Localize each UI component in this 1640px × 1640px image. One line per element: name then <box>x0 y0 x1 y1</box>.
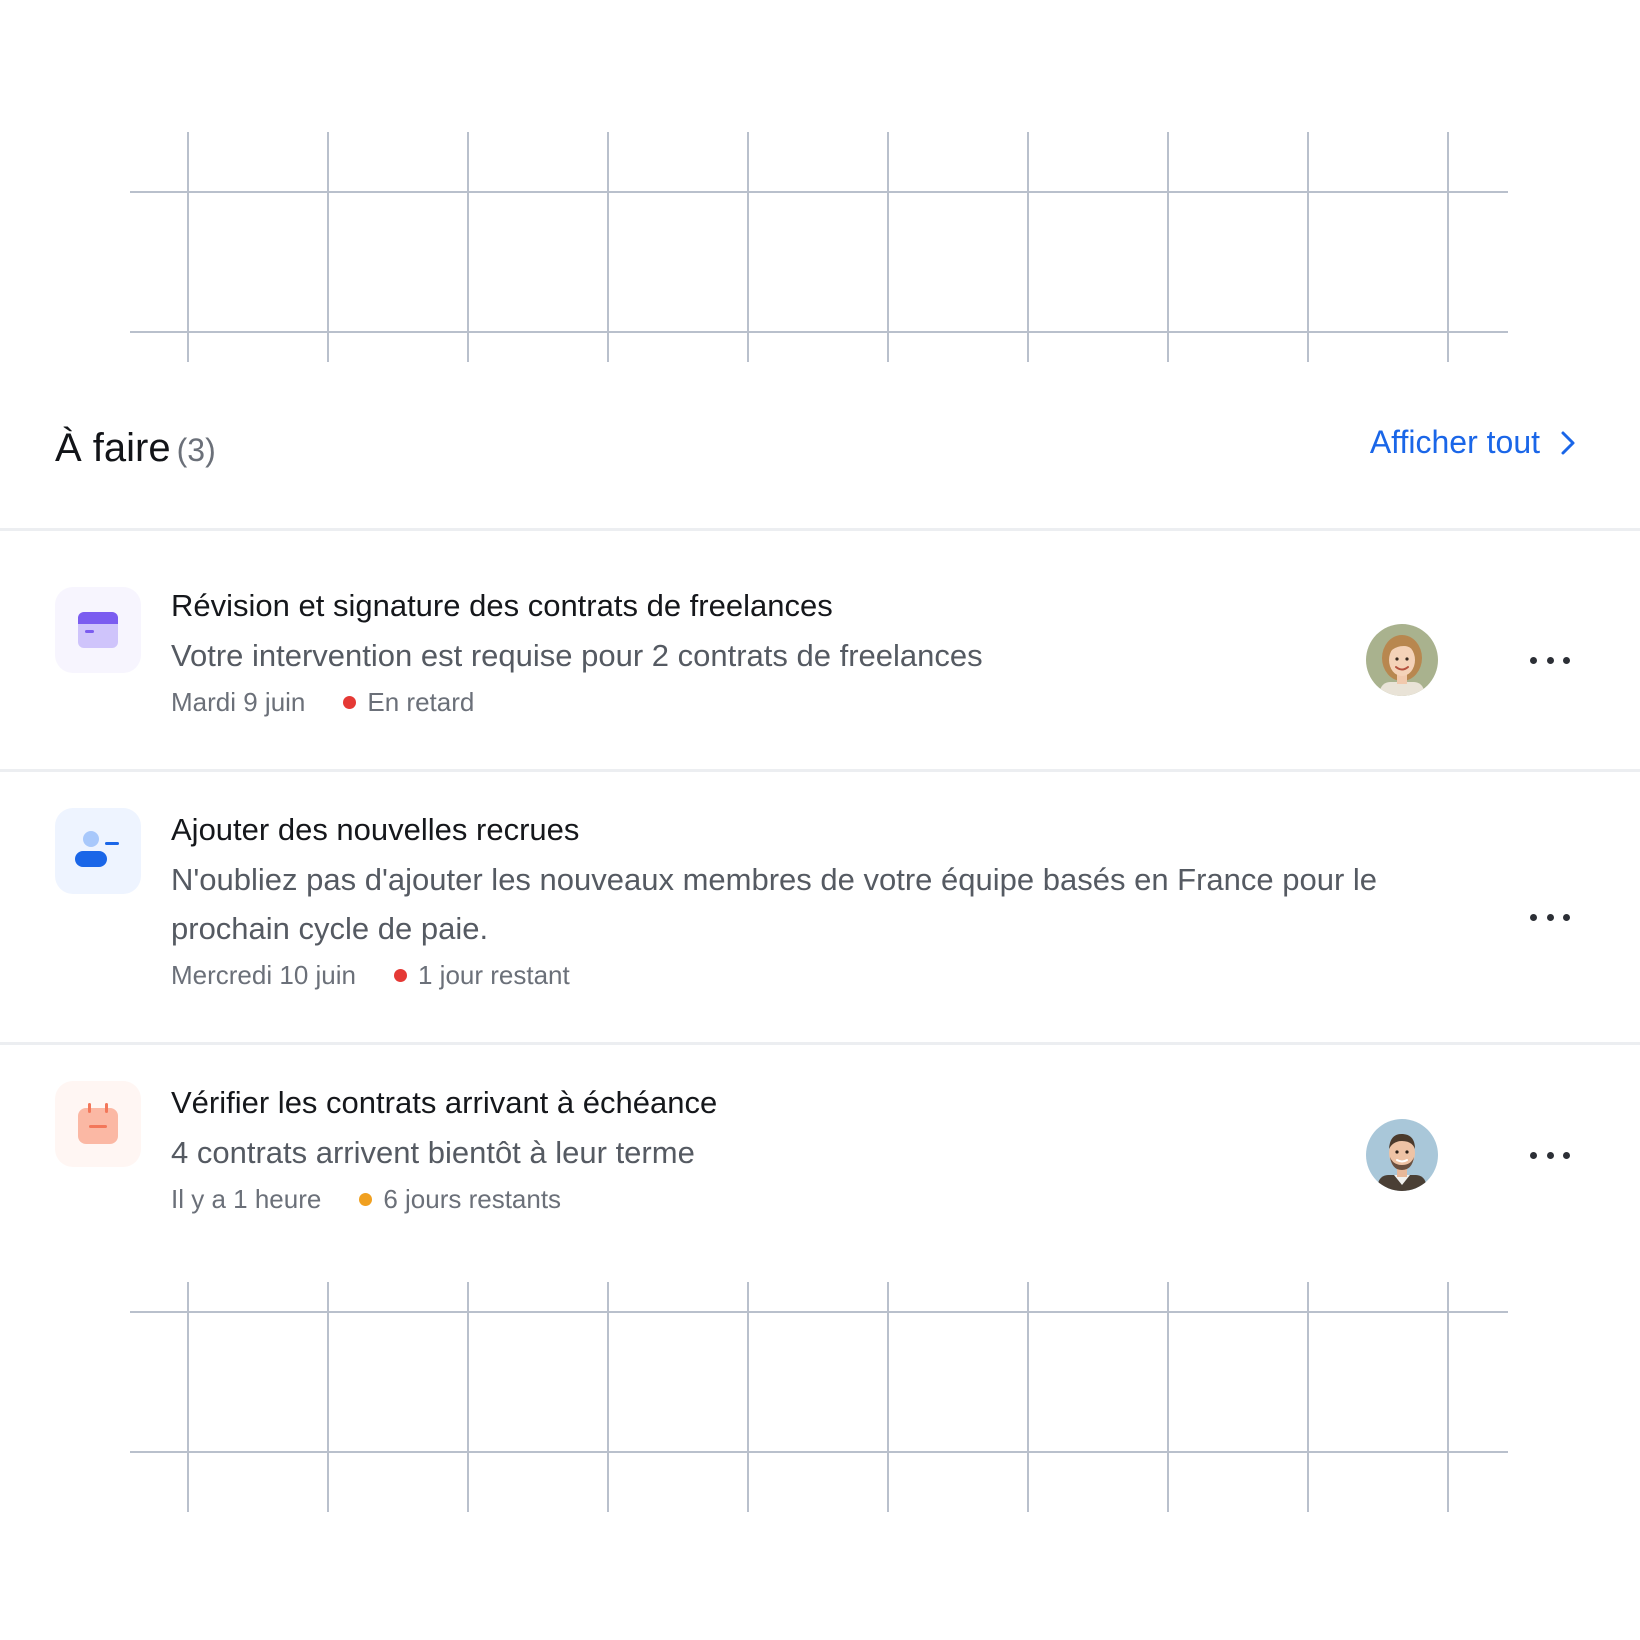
task-item[interactable]: Ajouter des nouvelles recrues N'oubliez … <box>0 772 1640 1045</box>
todo-header: À faire (3) Afficher tout <box>0 400 1640 531</box>
assignee-avatar <box>1366 1119 1438 1191</box>
assignee-avatar <box>1366 624 1438 696</box>
status-dot <box>343 695 357 709</box>
task-content: Vérifier les contrats arrivant à échéanc… <box>171 1083 1410 1219</box>
task-content: Révision et signature des contrats de fr… <box>171 586 1410 722</box>
task-status: 6 jours restants <box>383 1184 562 1214</box>
dot <box>1530 656 1537 664</box>
decorative-grid-bottom <box>0 1270 1640 1520</box>
more-options-button[interactable] <box>1530 1145 1570 1165</box>
task-description: Votre intervention est requise pour 2 co… <box>171 638 983 673</box>
user-remove-icon <box>55 808 141 894</box>
dot <box>1546 656 1554 664</box>
dot <box>1546 1151 1554 1159</box>
task-date: Mardi 9 juin <box>171 687 306 717</box>
task-description: N'oubliez pas d'ajouter les nouveaux mem… <box>171 862 1378 946</box>
grid-lines-top <box>130 132 1508 362</box>
task-meta: Mercredi 10 juin 1 jour restant <box>171 955 1410 995</box>
dot <box>1530 1151 1537 1159</box>
grid-lines-bottom <box>130 1282 1508 1512</box>
task-date: Il y a 1 heure <box>171 1184 322 1214</box>
decorative-grid-top <box>0 120 1640 370</box>
status-dot <box>393 968 407 982</box>
dot <box>1563 1151 1570 1159</box>
dot <box>1563 656 1570 664</box>
status-dot <box>359 1192 373 1206</box>
dot <box>1546 913 1554 921</box>
calendar-icon <box>55 1081 141 1167</box>
page-title: À faire (3) <box>55 426 216 471</box>
task-title: Révision et signature des contrats de fr… <box>171 588 833 623</box>
todo-count: (3) <box>176 432 216 468</box>
task-status: En retard <box>367 687 475 717</box>
dot <box>1563 913 1570 921</box>
see-all-label: Afficher tout <box>1369 424 1540 460</box>
woman-avatar <box>1366 624 1438 696</box>
more-options-button[interactable] <box>1530 907 1570 927</box>
see-all-link[interactable]: Afficher tout <box>1370 424 1576 461</box>
chevron-right-icon <box>1561 431 1575 454</box>
todo-title: À faire <box>55 426 171 470</box>
task-status: 1 jour restant <box>417 960 570 990</box>
more-options-button[interactable] <box>1530 650 1570 670</box>
task-item[interactable]: Révision et signature des contrats de fr… <box>0 531 1640 772</box>
task-title: Ajouter des nouvelles recrues <box>171 812 580 847</box>
document-card-icon <box>55 587 141 673</box>
task-description: 4 contrats arrivent bientôt à leur terme <box>171 1135 695 1170</box>
task-meta: Il y a 1 heure 6 jours restants <box>171 1179 1410 1219</box>
task-content: Ajouter des nouvelles recrues N'oubliez … <box>171 810 1410 995</box>
task-meta: Mardi 9 juin En retard <box>171 682 1410 722</box>
task-title: Vérifier les contrats arrivant à échéanc… <box>171 1085 718 1120</box>
task-item[interactable]: Vérifier les contrats arrivant à échéanc… <box>0 1045 1640 1245</box>
task-date: Mercredi 10 juin <box>171 960 356 990</box>
dot <box>1530 913 1537 921</box>
man-avatar <box>1366 1119 1438 1191</box>
